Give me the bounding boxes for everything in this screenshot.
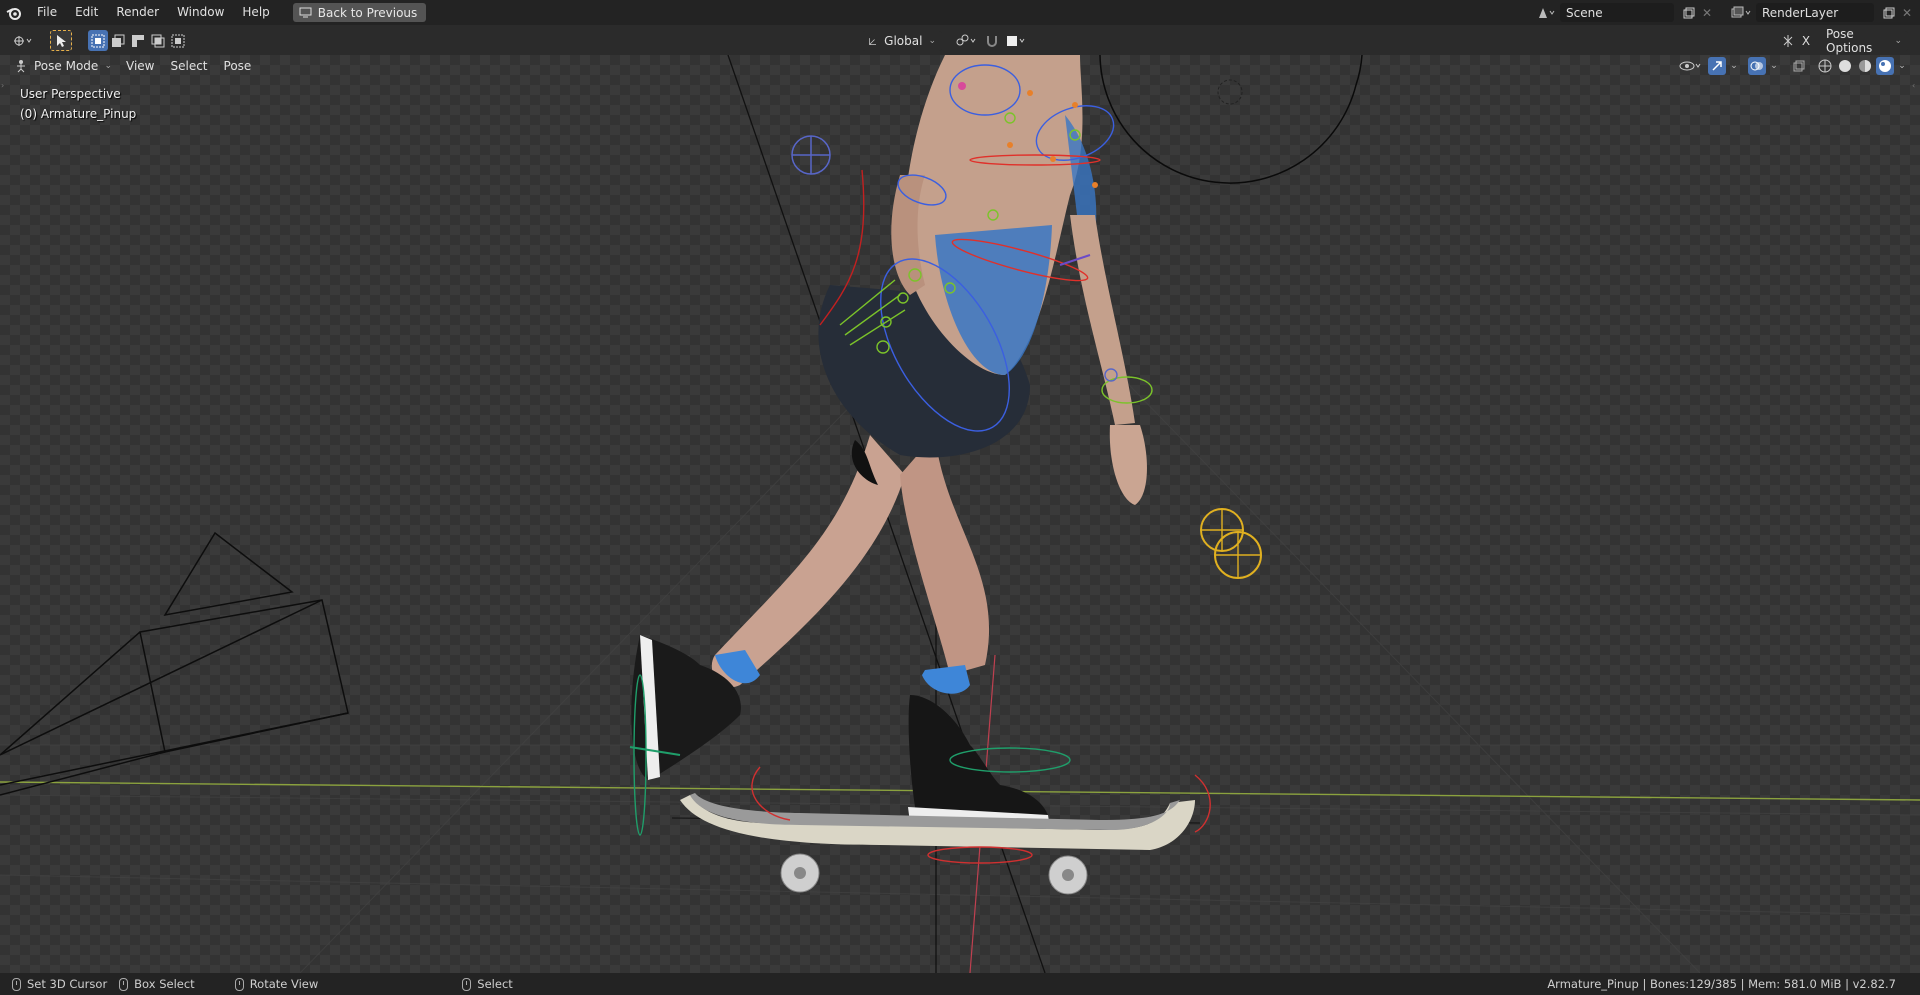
render-layer-name: RenderLayer (1762, 5, 1839, 20)
3d-viewport[interactable]: Pose Mode ⌄ View Select Pose ⌄ ⌄ ⌄ User … (0, 55, 1920, 973)
status-right-click: Rotate View (234, 977, 319, 991)
status-middle-click: Box Select (119, 977, 195, 991)
status-middle-action: Box Select (134, 977, 195, 991)
gizmo-toggle-icon[interactable] (1708, 57, 1726, 75)
tool-header: Global ⌄ X Pose Options ⌄ (0, 25, 1920, 55)
status-select-action: Select (477, 977, 513, 991)
pivot-point-icon[interactable] (950, 30, 982, 51)
chevron-down-icon: ⌄ (1894, 35, 1902, 46)
pose-options-label: Pose Options (1826, 26, 1873, 55)
mouse-left-icon (12, 977, 21, 991)
box-select-mode-new-icon[interactable] (88, 30, 108, 51)
status-select: Select (462, 977, 513, 991)
shading-solid-icon[interactable] (1836, 57, 1854, 75)
chevron-down-icon: ⌄ (104, 61, 112, 71)
view-layer-icon[interactable] (1726, 4, 1756, 22)
menu-edit[interactable]: Edit (66, 0, 107, 25)
view-perspective-label: User Perspective (20, 87, 121, 101)
editor-type-icon[interactable] (8, 30, 38, 51)
viewport-header: Pose Mode ⌄ View Select Pose ⌄ ⌄ ⌄ (0, 55, 1920, 77)
orientation-icon (869, 37, 876, 45)
delete-render-layer-icon[interactable]: ✕ (1898, 4, 1916, 22)
select-tool-button[interactable] (50, 30, 72, 51)
shading-rendered-icon[interactable] (1876, 57, 1894, 75)
mouse-right-icon (234, 977, 244, 991)
overlays-dropdown-icon[interactable]: ⌄ (1768, 57, 1780, 75)
mode-dropdown[interactable]: Pose Mode ⌄ (8, 56, 118, 76)
scene-name: Scene (1566, 5, 1603, 20)
new-render-layer-icon[interactable] (1880, 4, 1898, 22)
mouse-icon (462, 977, 472, 991)
x-mirror-label: X (1801, 33, 1811, 48)
viewport-menu-view[interactable]: View (118, 59, 162, 73)
render-layer-field[interactable]: RenderLayer (1756, 3, 1874, 22)
pose-mode-icon (17, 60, 25, 73)
screen-icon (299, 7, 312, 18)
shading-material-icon[interactable] (1856, 57, 1874, 75)
xray-toggle-icon[interactable] (1790, 57, 1808, 75)
mouse-middle-icon (119, 977, 129, 991)
viewport-scene (0, 55, 1920, 973)
menu-file[interactable]: File (28, 0, 66, 25)
viewport-menu-pose[interactable]: Pose (216, 59, 260, 73)
box-select-mode-invert-icon[interactable] (148, 30, 168, 51)
snap-magnet-icon[interactable] (982, 30, 1002, 51)
top-menu-bar: File Edit Render Window Help Back to Pre… (0, 0, 1920, 25)
chevron-down-icon: ⌄ (928, 35, 936, 46)
shading-dropdown-icon[interactable]: ⌄ (1896, 57, 1908, 75)
orientation-label: Global (884, 33, 923, 48)
delete-scene-icon[interactable]: ✕ (1698, 4, 1716, 22)
viewport-menu-select[interactable]: Select (162, 59, 215, 73)
menu-help[interactable]: Help (233, 0, 278, 25)
toolbar-toggle-arrow[interactable]: › (1, 81, 7, 91)
box-select-mode-extend-icon[interactable] (108, 30, 128, 51)
sidebar-toggle-arrow[interactable]: ‹ (1912, 81, 1918, 91)
menu-window[interactable]: Window (168, 0, 233, 25)
status-left-action: Set 3D Cursor (27, 977, 108, 991)
shading-wireframe-icon[interactable] (1816, 57, 1834, 75)
scene-name-field[interactable]: Scene (1560, 3, 1674, 22)
scene-selector-icon[interactable] (1532, 4, 1560, 22)
status-info: Armature_Pinup | Bones:129/385 | Mem: 58… (1547, 977, 1896, 991)
status-right-action: Rotate View (249, 977, 319, 991)
gizmo-dropdown-icon[interactable]: ⌄ (1728, 57, 1740, 75)
menu-render[interactable]: Render (107, 0, 168, 25)
blender-logo-icon[interactable] (0, 0, 28, 25)
status-left-click: Set 3D Cursor (12, 977, 107, 991)
snap-target-icon[interactable] (1002, 30, 1032, 51)
back-to-previous-label: Back to Previous (317, 5, 418, 20)
status-bar: Set 3D Cursor Box Select Rotate View Sel… (0, 973, 1920, 995)
overlays-toggle-icon[interactable] (1748, 57, 1766, 75)
box-select-mode-subtract-icon[interactable] (128, 30, 148, 51)
x-mirror-toggle[interactable]: X (1798, 30, 1814, 51)
mirror-pose-icon[interactable] (1778, 30, 1798, 51)
pose-options-dropdown[interactable]: Pose Options ⌄ (1820, 27, 1908, 55)
back-to-previous-button[interactable]: Back to Previous (292, 3, 427, 22)
visibility-eye-icon[interactable] (1676, 57, 1706, 75)
mode-label: Pose Mode (34, 59, 99, 73)
active-object-label: (0) Armature_Pinup (20, 107, 137, 121)
box-select-mode-intersect-icon[interactable] (168, 30, 188, 51)
new-scene-icon[interactable] (1680, 4, 1698, 22)
transform-orientation-dropdown[interactable]: Global ⌄ (862, 30, 942, 51)
